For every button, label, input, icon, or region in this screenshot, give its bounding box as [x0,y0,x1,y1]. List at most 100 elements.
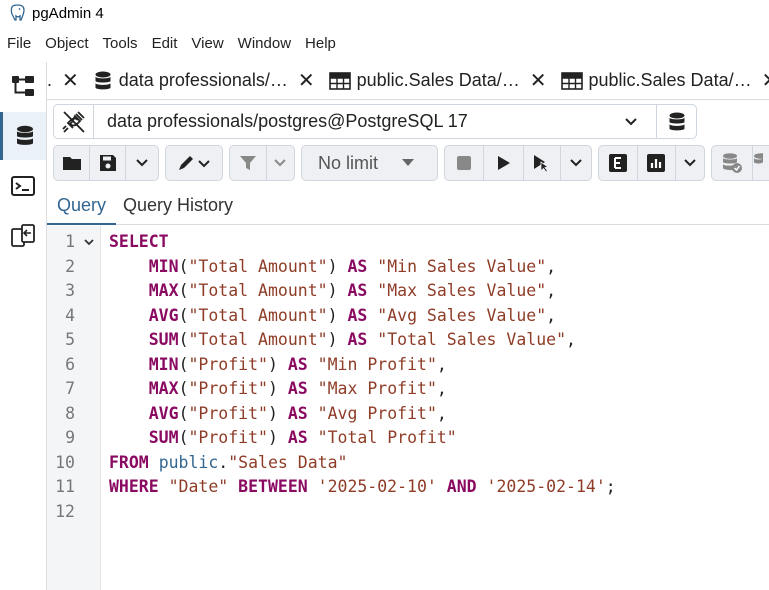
menu-window[interactable]: Window [231,32,298,56]
tab-view-data-1[interactable]: public.Sales Data/… ✕ [321,62,553,99]
execute-options-button[interactable] [561,146,591,180]
tab-query[interactable]: Query [47,187,117,225]
chevron-down-icon [274,159,287,167]
chevron-down-icon [136,159,148,167]
code-token: ( [178,428,189,447]
psql-terminal-icon [11,176,35,196]
line-number: 2 [65,256,75,276]
database-rollback-icon [754,153,764,164]
code-token: ) [267,403,288,423]
code-token: AS [287,428,308,447]
code-token: "Total Profit" [317,428,457,447]
explain-options-button[interactable] [676,146,704,180]
line-number: 11 [55,477,75,496]
pgadmin-elephant-icon [10,4,25,21]
tab-query-history[interactable]: Query History [113,187,243,225]
psql-tool-button[interactable] [0,162,46,210]
object-explorer-button[interactable] [0,62,46,110]
menu-file[interactable]: File [0,32,38,56]
menu-tools[interactable]: Tools [96,32,145,56]
line-number: 4 [65,305,75,325]
code-token: , [546,256,557,276]
code-token: ) [327,256,348,276]
code-token: "Total Amount" [188,281,328,300]
menu-view[interactable]: View [184,32,230,56]
chevron-down-icon [570,159,582,167]
query-tool-button[interactable] [0,112,46,160]
rollback-button[interactable] [753,146,769,180]
explain-analyze-button[interactable] [638,146,676,180]
code-token: . [218,452,229,472]
menu-bar: File Object Tools Edit View Window Help [0,32,343,56]
tab-view-data-2[interactable]: public.Sales Data/… ✕ [553,62,769,99]
commit-button[interactable] [712,146,754,180]
tab-query-tool[interactable]: data professionals/… ✕ [85,62,321,99]
tab-label: public.Sales Data/… [356,70,520,90]
filter-icon [239,156,256,170]
code-token: "Max Sales Value" [377,281,547,300]
menu-edit[interactable]: Edit [145,32,185,56]
code-line: 6 MIN("Profit") AS "Min Profit", [47,353,769,377]
filter-button[interactable] [230,146,267,180]
line-number: 9 [65,428,75,447]
save-options-button[interactable] [126,146,158,180]
line-number: 1 [65,232,75,251]
code-token: AS [287,354,308,374]
code-text: AVG("Total Amount") AS "Avg Sales Value"… [109,304,556,328]
menu-object[interactable]: Object [38,32,95,56]
tab-bar: . ✕ data professionals/… ✕ public.Sales … [47,62,769,100]
left-tool-bar [0,62,47,590]
code-text: SUM("Total Amount") AS "Total Sales Valu… [109,328,576,352]
play-icon [497,156,510,170]
explain-button[interactable] [599,146,639,180]
code-token: ) [327,330,348,349]
tab-hidden[interactable]: . ✕ [47,62,85,99]
sql-editor[interactable]: 1 SELECT 2 MIN("Total Amount") AS "Min Sal… [47,226,769,590]
line-number: 12 [55,501,75,521]
new-connection-button[interactable] [656,105,696,138]
close-icon[interactable]: ✕ [62,71,79,91]
execute-script-button[interactable] [524,146,562,180]
code-text: WHERE "Date" BETWEEN '2025-02-10' AND '2… [109,475,616,499]
code-token: SUM [148,428,179,447]
chevron-down-icon[interactable] [616,117,646,127]
schema-diff-button[interactable] [0,212,46,260]
query-tool-database-icon [16,125,33,145]
stop-button[interactable] [445,146,485,180]
code-token: SELECT [109,232,169,251]
save-icon [99,155,116,171]
close-icon[interactable]: ✕ [530,71,547,91]
code-line: 10 FROM public."Sales Data" [47,451,769,475]
connection-bar: data professionals/postgres@PostgreSQL 1… [53,104,697,139]
schema-diff-icon [11,224,35,247]
code-token: SUM [148,330,179,349]
close-icon[interactable]: ✕ [298,71,315,91]
edit-button[interactable] [166,146,222,180]
code-token: MAX [148,379,179,398]
code-token: , [546,305,557,325]
code-token: ( [178,256,189,276]
code-token: AND [446,477,477,496]
menu-help[interactable]: Help [298,32,343,56]
row-limit-value: No limit [302,146,437,180]
save-file-button[interactable] [90,146,126,180]
connection-status-button[interactable] [54,105,94,138]
plug-disconnected-icon [61,110,85,133]
code-line: 12 [47,500,769,524]
code-token: ) [267,428,288,447]
row-limit-select[interactable]: No limit [301,145,438,181]
code-token: "Profit" [188,354,268,374]
filter-options-button[interactable] [267,146,294,180]
chevron-down-icon [684,159,696,167]
execute-button[interactable] [484,146,524,180]
open-file-button[interactable] [54,146,90,180]
folder-icon [62,157,81,170]
close-icon[interactable]: ✕ [762,71,769,91]
connection-label[interactable]: data professionals/postgres@PostgreSQL 1… [107,111,616,132]
